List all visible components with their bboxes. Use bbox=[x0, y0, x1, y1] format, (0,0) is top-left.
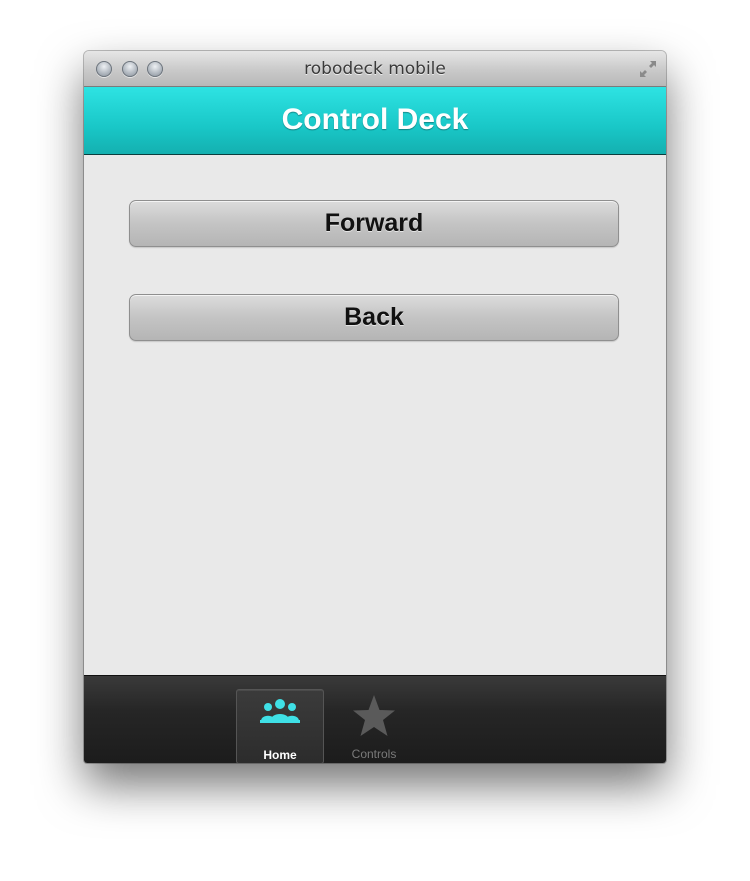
back-button[interactable]: Back bbox=[129, 294, 619, 341]
forward-button[interactable]: Forward bbox=[129, 200, 619, 247]
header-bar: Control Deck bbox=[84, 87, 666, 155]
people-icon bbox=[260, 699, 300, 723]
main-content: Forward Back bbox=[84, 155, 666, 675]
tab-home-label: Home bbox=[263, 748, 297, 762]
tab-home[interactable]: Home bbox=[236, 689, 324, 763]
fullscreen-icon[interactable] bbox=[638, 59, 658, 79]
app-window: robodeck mobile Control Deck Forward Bac… bbox=[84, 51, 666, 763]
window-title: robodeck mobile bbox=[304, 59, 446, 79]
star-icon bbox=[353, 695, 395, 736]
page-title: Control Deck bbox=[281, 103, 469, 136]
title-bar[interactable]: robodeck mobile bbox=[84, 51, 666, 87]
tab-bar: Home Controls bbox=[84, 675, 666, 763]
tab-controls-label: Controls bbox=[351, 747, 397, 761]
tab-controls[interactable]: Controls bbox=[330, 689, 418, 763]
